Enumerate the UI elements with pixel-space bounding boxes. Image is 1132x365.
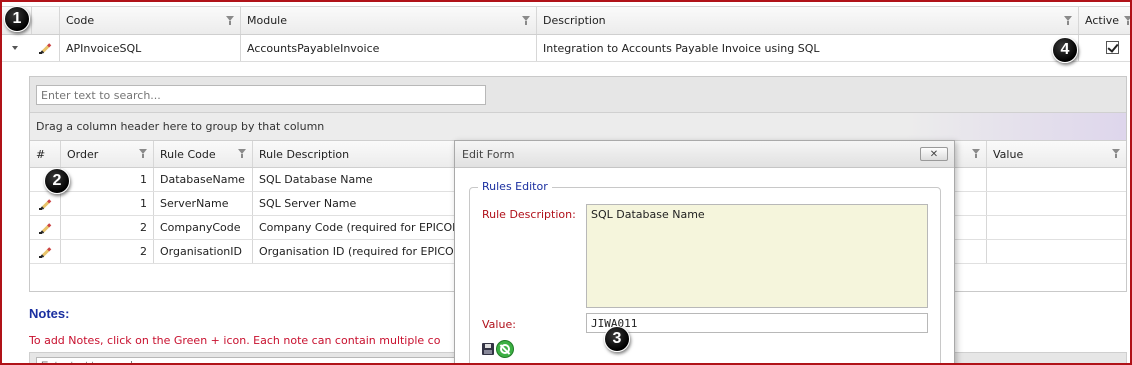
top-col-active[interactable]: Active	[1079, 7, 1130, 34]
top-grid-header: # Code Module Description Active	[2, 7, 1130, 35]
edit-form-title: Edit Form	[462, 147, 515, 161]
filter-icon[interactable]	[1112, 149, 1120, 159]
save-icon[interactable]	[482, 343, 494, 355]
screenshot-frame: # Code Module Description Active APInvoi…	[0, 0, 1132, 365]
close-icon: ✕	[929, 148, 939, 160]
rules-editor-fieldset: Rules Editor Rule Description: SQL Datab…	[469, 180, 941, 363]
edit-form-title-bar[interactable]: Edit Form ✕	[455, 141, 954, 168]
row-order: 1	[61, 192, 154, 215]
top-cell-module: AccountsPayableInvoice	[241, 35, 537, 61]
filter-icon[interactable]	[522, 15, 530, 26]
top-col-module[interactable]: Module	[241, 7, 537, 34]
filter-icon[interactable]	[238, 149, 246, 159]
detail-search-bar	[30, 77, 1126, 113]
row-edit-cell[interactable]	[30, 240, 61, 263]
row-rule-code: OrganisationID	[154, 240, 253, 263]
row-order: 2	[61, 240, 154, 263]
cancel-icon[interactable]	[496, 340, 514, 358]
active-checkbox-icon[interactable]	[1106, 41, 1119, 54]
filter-icon[interactable]	[972, 149, 980, 159]
top-cell-code: APInvoiceSQL	[59, 35, 241, 61]
rules-col-value[interactable]: Value	[987, 141, 1126, 167]
rules-col-rule-code[interactable]: Rule Code	[154, 141, 253, 167]
edit-form-dialog: Edit Form ✕ Rules Editor Rule Descriptio…	[454, 140, 955, 363]
row-value	[987, 240, 1126, 263]
filter-icon[interactable]	[226, 15, 234, 26]
value-label: Value:	[482, 318, 516, 331]
row-order: 1	[61, 168, 154, 191]
detail-search-input[interactable]	[36, 85, 486, 105]
value-field[interactable]: JIWA011	[586, 313, 928, 333]
rules-editor-legend: Rules Editor	[478, 180, 552, 193]
top-col-code[interactable]: Code	[59, 7, 241, 34]
edit-pencil-icon[interactable]	[38, 245, 52, 259]
row-order: 2	[61, 216, 154, 239]
row-rule-code: ServerName	[154, 192, 253, 215]
callout-badge-1: 1	[4, 6, 30, 32]
row-value	[987, 216, 1126, 239]
group-by-bar[interactable]: Drag a column header here to group by th…	[30, 113, 1126, 141]
row-edit-cell[interactable]	[30, 216, 61, 239]
expand-arrow-icon[interactable]	[12, 46, 18, 50]
filter-icon[interactable]	[1124, 15, 1130, 26]
top-col-description[interactable]: Description	[537, 7, 1079, 34]
top-grid: # Code Module Description Active APInvoi…	[2, 6, 1130, 62]
close-button[interactable]: ✕	[920, 147, 948, 161]
notes-search-input[interactable]	[36, 357, 486, 363]
top-col-hash-spacer	[32, 7, 59, 34]
row-edit-cell[interactable]	[30, 192, 61, 215]
edit-cell[interactable]	[32, 35, 59, 61]
row-value	[987, 192, 1126, 215]
row-rule-code: DatabaseName	[154, 168, 253, 191]
row-rule-code: CompanyCode	[154, 216, 253, 239]
rule-description-label: Rule Description:	[482, 208, 576, 221]
callout-badge-3: 3	[604, 326, 630, 352]
edit-pencil-icon[interactable]	[38, 221, 52, 235]
filter-icon[interactable]	[1064, 15, 1072, 26]
edit-pencil-icon[interactable]	[38, 197, 52, 211]
edit-pencil-icon[interactable]	[38, 41, 52, 55]
notes-hint: To add Notes, click on the Green + icon.…	[29, 334, 441, 347]
top-cell-description: Integration to Accounts Payable Invoice …	[537, 35, 1079, 61]
notes-title: Notes:	[29, 306, 70, 321]
rules-col-order[interactable]: Order	[61, 141, 154, 167]
top-grid-row[interactable]: APInvoiceSQL AccountsPayableInvoice Inte…	[2, 35, 1130, 62]
rule-description-textarea[interactable]: SQL Database Name	[586, 204, 928, 308]
callout-badge-4: 4	[1052, 37, 1078, 63]
row-value	[987, 168, 1126, 191]
filter-icon[interactable]	[139, 149, 147, 159]
callout-badge-2: 2	[44, 168, 70, 194]
rules-col-hash[interactable]: #	[30, 141, 61, 167]
